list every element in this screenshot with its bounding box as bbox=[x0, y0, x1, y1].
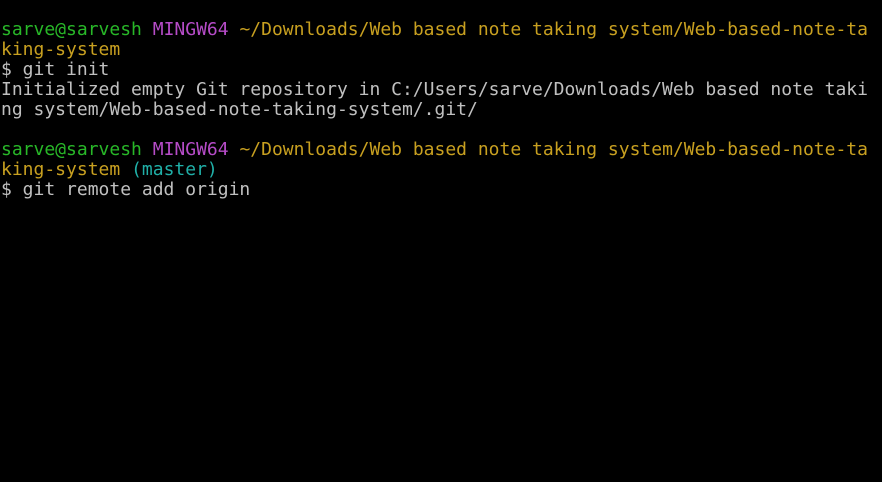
output-line: Initialized empty Git repository in C:/U… bbox=[0, 80, 882, 100]
prompt-path-continuation: king-system (master) bbox=[0, 160, 882, 180]
git-branch-indicator: (master) bbox=[131, 160, 218, 180]
current-command-text: $ git remote add origin bbox=[1, 180, 251, 200]
prompt-user: sarve@sarvesh bbox=[1, 20, 142, 40]
prompt-host: MINGW64 bbox=[152, 140, 229, 160]
command-line-current[interactable]: $ git remote add origin bbox=[0, 180, 882, 200]
prompt-path-wrap: king-system bbox=[1, 160, 121, 180]
output-line: ng system/Web-based-note-taking-system/.… bbox=[0, 100, 882, 120]
prompt-user: sarve@sarvesh bbox=[1, 140, 142, 160]
prompt-path-wrap: king-system bbox=[1, 40, 121, 60]
terminal-window[interactable]: sarve@sarvesh MINGW64 ~/Downloads/Web ba… bbox=[0, 0, 882, 482]
prompt-line: sarve@sarvesh MINGW64 ~/Downloads/Web ba… bbox=[0, 20, 882, 40]
output-text: ng system/Web-based-note-taking-system/.… bbox=[1, 100, 478, 120]
command-line: $ git init bbox=[0, 60, 882, 80]
prompt-host: MINGW64 bbox=[152, 20, 229, 40]
prompt-path-continuation: king-system bbox=[0, 40, 882, 60]
prompt-path: ~/Downloads/Web based note taking system… bbox=[239, 140, 868, 160]
prompt-line: sarve@sarvesh MINGW64 ~/Downloads/Web ba… bbox=[0, 140, 882, 160]
prompt-path: ~/Downloads/Web based note taking system… bbox=[239, 20, 868, 40]
output-text: Initialized empty Git repository in C:/U… bbox=[1, 80, 868, 100]
command-text: $ git init bbox=[1, 60, 110, 80]
